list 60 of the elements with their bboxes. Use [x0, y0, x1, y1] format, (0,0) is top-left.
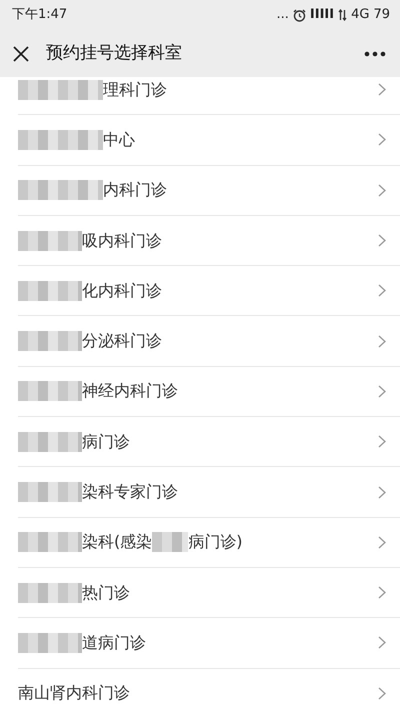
department-name: 道病门诊 [82, 632, 146, 654]
department-row[interactable]: 中心 [18, 115, 400, 166]
department-row[interactable]: 染科(感染 病门诊) [18, 518, 400, 568]
department-row[interactable]: 神经内科门诊 [18, 366, 400, 418]
department-row[interactable]: 理科门诊 [18, 77, 400, 116]
department-name: 病门诊) [188, 531, 242, 554]
chevron-icon [378, 384, 386, 398]
chevron-icon [378, 686, 386, 700]
chevron-icon [378, 636, 386, 650]
chevron-icon [378, 234, 386, 248]
mosaic-blur [18, 482, 82, 502]
page-title: 预约挂号选择科室 [46, 42, 182, 65]
department-name: 南山肾内科门诊 [18, 682, 130, 704]
department-name: 神经内科门诊 [82, 380, 178, 402]
chevron-icon [378, 133, 386, 146]
chevron-icon [378, 435, 386, 448]
chevron-icon [378, 536, 386, 549]
department-row[interactable]: 道病门诊 [18, 618, 400, 669]
department-name: 病门诊 [82, 430, 130, 453]
department-row[interactable]: 染科专家门诊 [18, 467, 400, 518]
department-row[interactable]: 病门诊 [18, 417, 400, 468]
department-row[interactable]: 内科门诊 [18, 166, 400, 216]
department-row[interactable]: 南山肾内科门诊 [18, 668, 400, 711]
battery-level: 79 [373, 6, 390, 24]
mosaic-blur [152, 532, 188, 552]
department-name: 染科专家门诊 [82, 481, 178, 504]
close-icon[interactable] [12, 44, 30, 62]
signal-bars: IIIII [310, 5, 334, 25]
department-name: 化内科门诊 [82, 280, 162, 302]
chevron-icon [378, 334, 386, 348]
mosaic-blur [18, 331, 82, 352]
department-name: 分泌科门诊 [82, 330, 162, 352]
chevron-icon [378, 83, 386, 96]
mosaic-blur [18, 582, 82, 603]
mosaic-blur [18, 230, 82, 251]
chevron-icon [378, 486, 386, 499]
chevron-icon [378, 184, 386, 197]
chevron-icon [378, 586, 386, 600]
department-name: 内科门诊 [103, 179, 167, 202]
department-name: 染科(感染 [82, 531, 152, 554]
department-name: 热门诊 [82, 582, 130, 604]
mosaic-blur [18, 532, 82, 552]
status-dots: ... [276, 6, 289, 24]
data-arrows-icon [338, 9, 348, 21]
mosaic-blur [18, 381, 82, 402]
alarm-icon [292, 8, 306, 22]
department-row[interactable]: 吸内科门诊 [18, 216, 400, 266]
department-name: 理科门诊 [103, 78, 167, 101]
department-name: 中心 [103, 128, 135, 151]
network-label: 4G [351, 6, 370, 24]
department-name: 吸内科门诊 [82, 230, 162, 252]
mosaic-blur [18, 432, 82, 452]
status-time: 下午1:47 [12, 6, 68, 24]
department-row[interactable]: 化内科门诊 [18, 266, 400, 316]
chevron-icon [378, 284, 386, 298]
mosaic-blur [18, 632, 82, 653]
department-row[interactable]: 热门诊 [18, 568, 400, 618]
more-icon[interactable] [364, 50, 386, 56]
department-row[interactable]: 分泌科门诊 [18, 316, 400, 367]
mosaic-blur [18, 280, 82, 301]
